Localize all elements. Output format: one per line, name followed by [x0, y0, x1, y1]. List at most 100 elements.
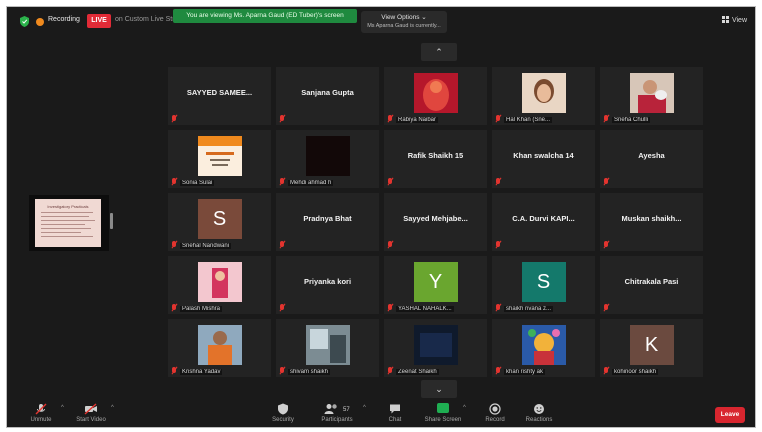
participants-icon: 57: [315, 403, 359, 415]
resize-handle[interactable]: [110, 213, 113, 229]
record-label: Record: [485, 417, 505, 423]
participant-tile[interactable]: SAYYED SAMEE...: [168, 67, 271, 125]
participant-tile[interactable]: Hal Khan (Sne...: [492, 67, 595, 125]
participant-video-grid: SAYYED SAMEE... Sanjana Gupta Rabiya Naiba…: [168, 67, 703, 377]
microphone-muted-icon: [603, 115, 609, 123]
participant-tile[interactable]: Y YASHAL NAHALK...: [384, 256, 487, 314]
shared-document-title: Investigatory Practicals: [47, 204, 89, 209]
participant-name: SAYYED SAMEE...: [186, 87, 253, 97]
reactions-button[interactable]: Reactions: [517, 403, 561, 423]
microphone-muted-icon: [387, 115, 393, 123]
live-badge[interactable]: LIVE: [87, 14, 111, 28]
start-video-button[interactable]: Start Video: [69, 403, 113, 423]
microphone-muted-icon: [387, 367, 393, 375]
participant-label: shaikh rivana z...: [504, 306, 554, 312]
document-text-line: [41, 228, 91, 229]
shared-screen-thumbnail[interactable]: Investigatory Practicals: [29, 195, 109, 251]
participant-tile[interactable]: Kkohinoor shaikh: [600, 319, 703, 377]
chevron-down-icon: ⌄: [435, 384, 443, 394]
page-up-button[interactable]: ⌃: [421, 43, 457, 61]
participant-tile[interactable]: Zeenat Shaikh: [384, 319, 487, 377]
audio-options-caret-icon[interactable]: ^: [61, 405, 64, 411]
microphone-muted-icon: [603, 178, 609, 186]
unmute-button[interactable]: Unmute: [19, 403, 63, 423]
leave-button[interactable]: Leave: [715, 407, 745, 423]
participants-options-caret-icon[interactable]: ^: [363, 405, 366, 411]
participant-name: Ayesha: [638, 150, 665, 160]
unmute-label: Unmute: [30, 417, 52, 423]
microphone-muted-icon: [495, 178, 501, 186]
chat-button[interactable]: Chat: [373, 403, 417, 423]
participant-tile[interactable]: Mehdi ahmad h: [276, 130, 379, 188]
participant-tile[interactable]: Rabiya Naibar: [384, 67, 487, 125]
microphone-muted-icon: [603, 241, 609, 249]
participants-button[interactable]: 57 Participants: [315, 403, 359, 423]
chat-icon: [390, 404, 400, 414]
participant-tile[interactable]: Sshaikh rivana z...: [492, 256, 595, 314]
viewing-screen-banner: You are viewing Ms. Aparna Gaud (ED Tube…: [173, 9, 357, 23]
participant-tile[interactable]: Sneha Chulli: [600, 67, 703, 125]
document-text-line: [41, 220, 95, 221]
microphone-muted-icon: [171, 304, 177, 312]
view-options-subtext: Ms Aparna Gaud is currently...: [367, 23, 441, 29]
participant-tile[interactable]: Palash Mishra: [168, 256, 271, 314]
participant-name: Sayyed Mehjabe...: [403, 213, 468, 223]
microphone-muted-icon: [279, 304, 285, 312]
chat-label: Chat: [388, 417, 402, 423]
participant-tile[interactable]: Rafik Shaikh 15: [384, 130, 487, 188]
participant-tile[interactable]: Sayyed Mehjabe...: [384, 193, 487, 251]
participant-tile[interactable]: Pradnya Bhat: [276, 193, 379, 251]
participant-label: kohinoor shaikh: [612, 369, 659, 375]
participant-avatar: Y: [413, 262, 458, 302]
microphone-muted-icon: [279, 367, 285, 375]
view-layout-button[interactable]: View: [721, 16, 747, 24]
document-text-line: [41, 224, 85, 225]
microphone-muted-icon: [279, 115, 285, 123]
microphone-muted-icon: [495, 367, 501, 375]
participant-label: shivam shaikh: [288, 369, 331, 375]
participant-tile[interactable]: Muskan shaikh...: [600, 193, 703, 251]
participant-name: Rafik Shaikh 15: [407, 150, 464, 160]
document-text-line: [41, 232, 81, 233]
microphone-muted-icon: [171, 115, 177, 123]
share-options-caret-icon[interactable]: ^: [463, 405, 466, 411]
participant-label: Sneha Chulli: [612, 117, 651, 123]
security-label: Security: [272, 417, 294, 423]
smiley-icon: [534, 404, 544, 414]
recording-label: Recording: [48, 16, 80, 23]
participant-tile[interactable]: shivam shaikh: [276, 319, 379, 377]
participant-tile[interactable]: Ayesha: [600, 130, 703, 188]
participant-name: Chitrakala Pasi: [624, 276, 679, 286]
participant-tile[interactable]: Chitrakala Pasi: [600, 256, 703, 314]
shield-icon[interactable]: [20, 16, 29, 27]
chevron-up-icon: ⌃: [435, 47, 443, 57]
share-screen-label: Share Screen: [424, 417, 462, 423]
page-down-button[interactable]: ⌄: [421, 380, 457, 398]
participant-tile[interactable]: Sonia Sulai: [168, 130, 271, 188]
participant-tile[interactable]: Krishna Yadav: [168, 319, 271, 377]
participant-tile[interactable]: Khan swalcha 14: [492, 130, 595, 188]
microphone-muted-icon: [171, 178, 177, 186]
participant-label: Palash Mishra: [180, 306, 223, 312]
security-button[interactable]: Security: [261, 403, 305, 423]
video-options-caret-icon[interactable]: ^: [111, 405, 114, 411]
participant-tile[interactable]: S Snehal Nandwani: [168, 193, 271, 251]
microphone-muted-icon: [171, 241, 177, 249]
view-options-button[interactable]: View Options ⌄ Ms Aparna Gaud is current…: [361, 11, 447, 33]
participant-tile[interactable]: Sanjana Gupta: [276, 67, 379, 125]
shield-icon: [278, 403, 288, 415]
participant-tile[interactable]: C.A. Durvi KAPI...: [492, 193, 595, 251]
participant-video: [197, 262, 242, 302]
participant-label: Zeenat Shaikh: [396, 369, 439, 375]
participant-video: [197, 136, 242, 176]
participant-name: Priyanka kori: [303, 276, 352, 286]
participant-video: [521, 325, 566, 365]
share-screen-button[interactable]: Share Screen: [421, 403, 465, 423]
record-button[interactable]: Record: [473, 403, 517, 423]
participant-tile[interactable]: khan rishty ak: [492, 319, 595, 377]
shared-document: Investigatory Practicals: [35, 199, 101, 247]
participant-avatar: K: [629, 325, 674, 365]
participant-tile[interactable]: Priyanka kori: [276, 256, 379, 314]
participant-label: Rabiya Naibar: [396, 117, 439, 123]
record-icon: [489, 403, 501, 415]
